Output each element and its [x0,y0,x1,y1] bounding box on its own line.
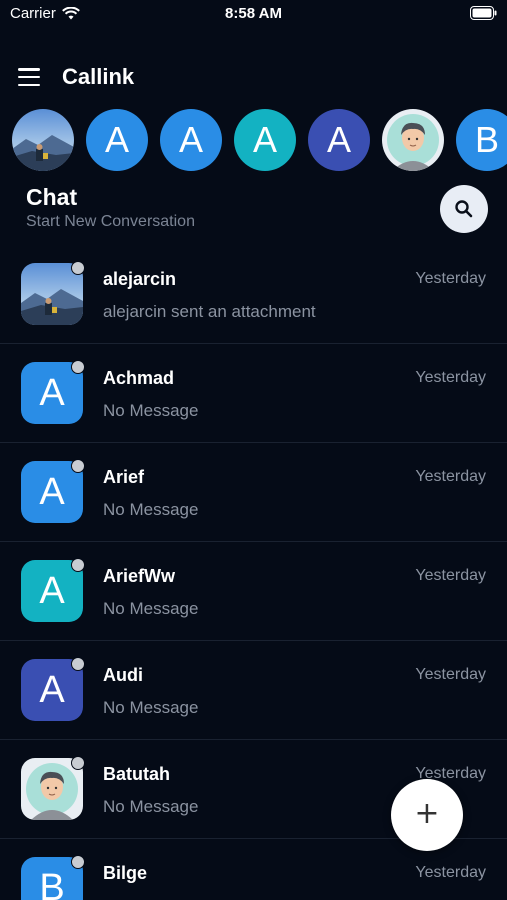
story-avatar-initial: A [252,119,277,160]
story-avatar[interactable] [12,109,74,171]
search-icon [455,200,473,218]
conversation-time: Yesterday [415,864,486,881]
conversation-avatar-wrapper [21,756,85,820]
story-avatar[interactable] [382,109,444,171]
avatar-initial: A [39,470,65,513]
story-avatar[interactable]: A [160,109,222,171]
conversation-preview: No Message [103,599,199,618]
online-status-dot [71,657,85,671]
chat-title: Chat [26,184,78,210]
story-avatar[interactable]: A [234,109,296,171]
conversation-item[interactable]: alejarcin alejarcin sent an attachment Yes… [0,245,507,344]
conversation-time: Yesterday [415,270,486,287]
story-avatar[interactable]: A [86,109,148,171]
plus-icon: + [414,796,440,831]
conversation-name: AriefWw [103,566,175,586]
story-avatar-initial: A [104,119,129,160]
conversation-time: Yesterday [415,468,486,485]
conversation-item[interactable]: A Audi No Message Yesterday [0,641,507,740]
battery-icon [470,6,497,20]
conversation-preview: No Message [103,500,199,519]
conversation-avatar-wrapper: B [21,855,85,900]
conversation-avatar-wrapper: A [21,459,85,523]
story-avatar[interactable]: B [456,109,507,171]
conversation-avatar-wrapper: A [21,360,85,424]
app-header: Callink [18,58,134,96]
story-avatar-initial: A [326,119,351,160]
conversation-preview: No Message [103,797,199,816]
conversation-time: Yesterday [415,666,486,683]
online-status-dot [71,360,85,374]
conversation-preview: No Message [103,698,199,717]
online-status-dot [71,261,85,275]
story-avatar[interactable]: A [308,109,370,171]
online-status-dot [71,855,85,869]
conversation-avatar-wrapper: A [21,657,85,721]
online-status-dot [71,756,85,770]
conversation-name: Achmad [103,368,175,388]
new-chat-button[interactable]: + [391,779,463,851]
conversation-name: Bilge [103,863,148,883]
conversation-avatar-wrapper [21,261,85,325]
conversation-time: Yesterday [415,369,486,386]
app-screen: Carrier 8:58 AM Callink A A A A B Chat Start… [0,0,507,900]
app-title: Callink [62,64,135,89]
conversation-avatar-wrapper: A [21,558,85,622]
story-avatar-initial: B [474,119,499,160]
conversation-name: alejarcin [103,269,177,289]
avatar-initial: A [39,569,65,612]
conversation-name: Audi [103,665,143,685]
start-new-conversation-link[interactable]: Start New Conversation [26,213,195,231]
avatar-initial: A [39,668,65,711]
online-status-dot [71,459,85,473]
avatar-initial: B [39,866,65,900]
menu-icon[interactable] [18,68,40,86]
conversation-item[interactable]: A AriefWw No Message Yesterday [0,542,507,641]
conversation-preview: alejarcin sent an attachment [103,302,316,321]
story-avatar-row: AAAAB [12,109,507,173]
conversation-time: Yesterday [415,567,486,584]
story-avatar-initial: A [178,119,203,160]
conversation-name: Arief [103,467,145,487]
status-bar: Carrier 8:58 AM [0,0,507,30]
chat-section-header: Chat Start New Conversation [26,184,195,231]
clock: 8:58 AM [225,5,282,22]
conversation-item[interactable]: A Arief No Message Yesterday [0,443,507,542]
avatar-initial: A [39,371,65,414]
conversation-preview: No Message [103,401,199,420]
conversation-name: Batutah [103,764,170,784]
conversation-item[interactable]: A Achmad No Message Yesterday [0,344,507,443]
search-button[interactable] [440,185,488,233]
online-status-dot [71,558,85,572]
